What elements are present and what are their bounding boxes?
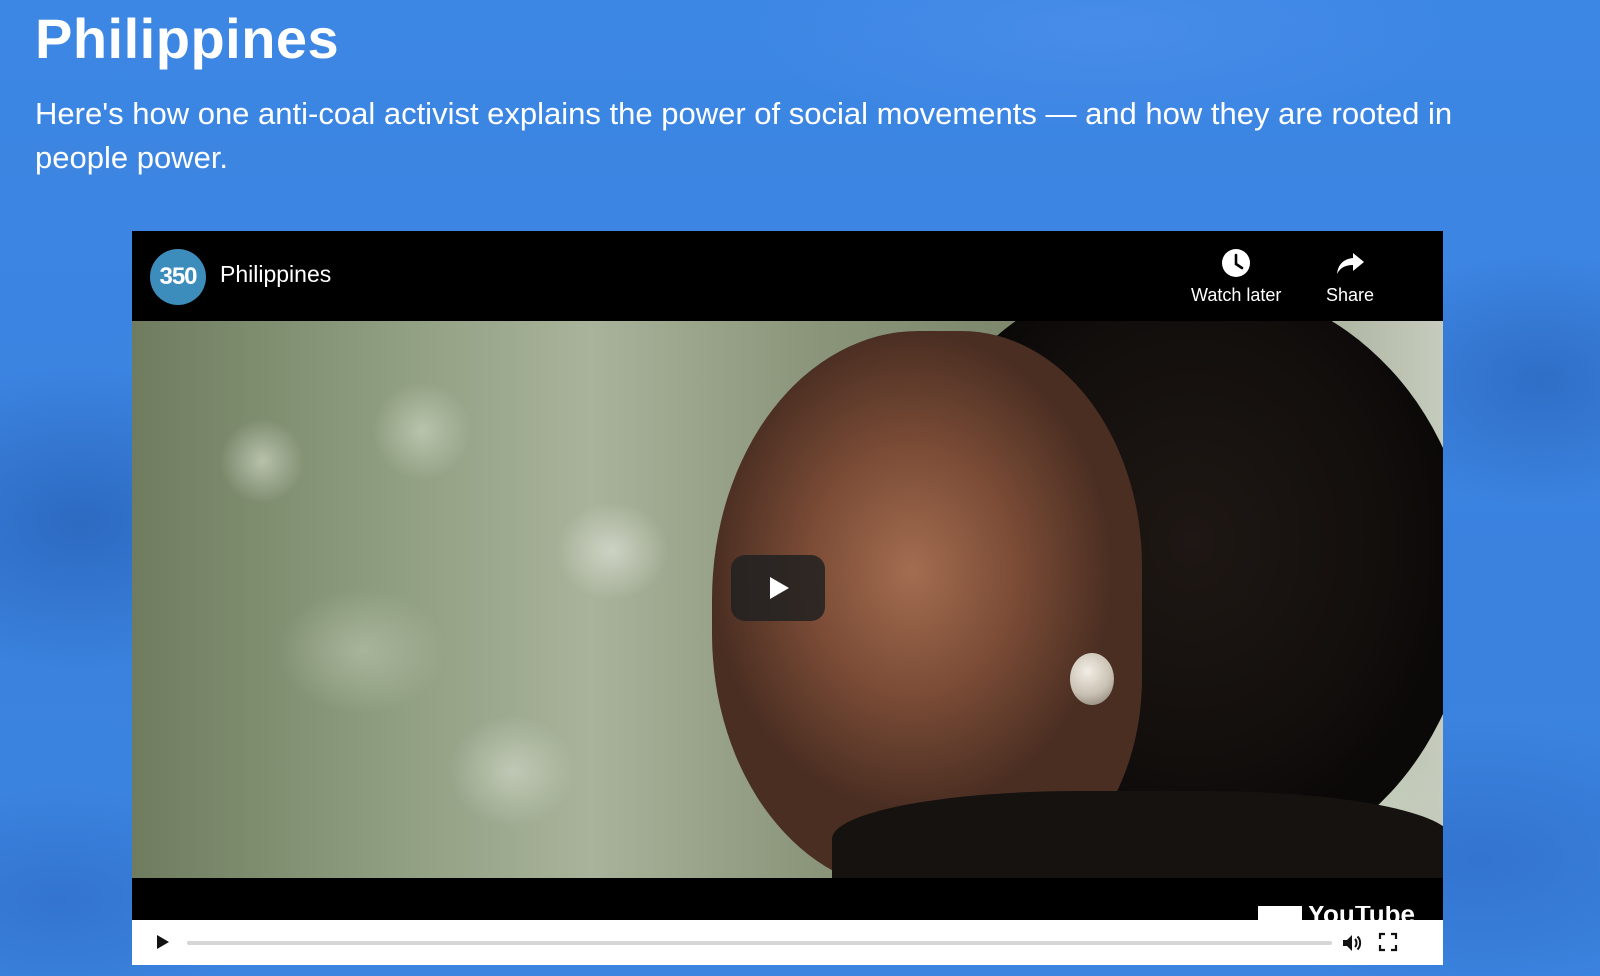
video-top-bar: 350 Philippines Watch later Share: [132, 231, 1443, 321]
channel-avatar[interactable]: 350: [150, 249, 206, 305]
watch-later-button[interactable]: Watch later: [1191, 247, 1281, 306]
page-subtitle: Here's how one anti-coal activist explai…: [35, 96, 1453, 175]
clock-icon: [1222, 249, 1251, 277]
brand-strip: YouTube: [132, 878, 1443, 922]
watch-later-label: Watch later: [1191, 285, 1282, 305]
play-icon: [770, 577, 789, 599]
video-title[interactable]: Philippines: [220, 261, 331, 288]
share-label: Share: [1326, 285, 1375, 305]
share-arrow-icon: [1337, 253, 1365, 274]
volume-icon[interactable]: [1340, 931, 1364, 955]
share-button[interactable]: Share: [1326, 247, 1374, 306]
thumbnail-collar: [832, 791, 1443, 878]
thumbnail-earring: [1070, 653, 1114, 705]
fullscreen-icon[interactable]: [1378, 932, 1398, 952]
large-play-button[interactable]: [731, 555, 825, 621]
control-bar: [132, 920, 1443, 965]
progress-bar[interactable]: [187, 941, 1332, 945]
play-icon[interactable]: [152, 932, 172, 952]
page-title: Philippines: [35, 7, 340, 70]
video-player[interactable]: 350 Philippines Watch later Share YouTub…: [132, 231, 1443, 965]
